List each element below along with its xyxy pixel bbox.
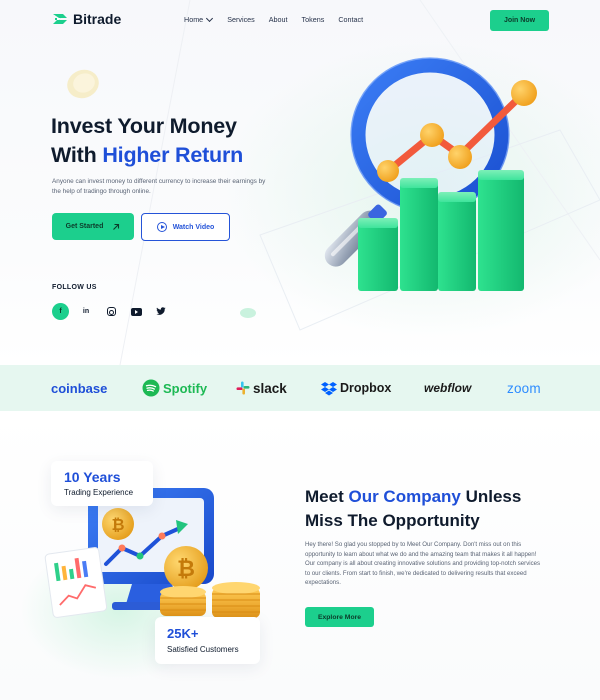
about-title-suffix: Unless — [460, 487, 522, 506]
nav-services[interactable]: Services — [227, 15, 255, 24]
about-title-line2: Miss The Opportunity — [305, 511, 480, 530]
experience-card: 10 Years Trading Experience — [51, 461, 153, 506]
landing-page: Bitrade Home Services About Tokens Conta… — [0, 0, 600, 700]
about-title-line1: Meet Our Company Unless — [305, 485, 565, 509]
about-title-prefix: Meet — [305, 487, 349, 506]
hero-title-line2: With Higher Return — [51, 141, 243, 170]
hero-illustration — [324, 57, 537, 291]
brand-dropbox-label: Dropbox — [340, 381, 392, 395]
watch-video-label: Watch Video — [172, 223, 215, 231]
hero-title-highlight: Higher Return — [102, 143, 244, 167]
brand-dropbox: Dropbox — [321, 381, 391, 396]
about-description: Hey there! So glad you stopped by to Mee… — [305, 541, 541, 587]
twitter-icon[interactable] — [153, 304, 169, 320]
customers-value: 25K+ — [167, 626, 199, 641]
brand-spotify-label: Spotify — [163, 380, 208, 396]
logo[interactable]: Bitrade — [52, 11, 121, 27]
hero-description: Anyone can invest money to different cur… — [52, 178, 266, 195]
linkedin-icon[interactable]: in — [78, 304, 94, 320]
about-title-highlight: Our Company — [348, 487, 461, 506]
hero-title: Invest Your Money With Higher Return — [51, 112, 243, 170]
explore-more-button[interactable]: Explore More — [305, 607, 374, 627]
join-now-button[interactable]: Join Now — [490, 10, 549, 31]
nav-home-label: Home — [184, 15, 204, 24]
brand-coinbase: coinbase — [51, 380, 108, 396]
social-links: f in — [52, 303, 169, 320]
slack-icon — [236, 381, 250, 395]
floating-coin-decoration — [67, 69, 99, 99]
watch-video-button[interactable]: Watch Video — [141, 213, 230, 241]
main-nav: Home Services About Tokens Contact — [184, 14, 363, 24]
get-started-label: Get Started — [65, 223, 104, 230]
nav-contact[interactable]: Contact — [338, 15, 363, 24]
play-icon — [156, 222, 167, 232]
experience-label: Trading Experience — [64, 488, 134, 497]
youtube-icon[interactable] — [128, 304, 144, 320]
instagram-icon[interactable] — [103, 304, 119, 320]
customers-label: Satisfied Customers — [167, 645, 239, 654]
brand-spotify: Spotify — [142, 379, 207, 397]
spotify-icon — [142, 379, 160, 397]
facebook-icon[interactable]: f — [52, 303, 69, 320]
follow-us-label: FOLLOW US — [52, 284, 97, 291]
brand-zoom: zoom — [507, 380, 541, 396]
customers-card: 25K+ Satisfied Customers — [155, 617, 260, 664]
logo-icon — [53, 14, 67, 24]
nav-about[interactable]: About — [269, 15, 288, 24]
hero-title-prefix: With — [51, 143, 103, 167]
svg-text:₿: ₿ — [111, 516, 124, 534]
about-title: Meet Our Company Unless Miss The Opportu… — [305, 485, 565, 533]
nav-home[interactable]: Home — [184, 14, 214, 24]
nav-tokens[interactable]: Tokens — [302, 15, 325, 24]
logo-text: Bitrade — [73, 11, 122, 27]
hero-title-line1: Invest Your Money — [51, 114, 237, 138]
brand-logos-band: coinbase Spotify slack Dropbox webflow z… — [0, 365, 600, 411]
brand-webflow: webflow — [424, 381, 472, 395]
experience-value: 10 Years — [64, 469, 121, 485]
brand-slack: slack — [236, 381, 287, 396]
brand-slack-label: slack — [253, 380, 287, 396]
dropbox-icon — [321, 381, 337, 395]
chevron-down-icon — [206, 14, 214, 22]
mint-blob-decoration — [240, 308, 256, 318]
svg-text:₿: ₿ — [177, 556, 195, 581]
arrow-up-right-icon — [113, 223, 120, 230]
get-started-button[interactable]: Get Started — [52, 213, 134, 240]
